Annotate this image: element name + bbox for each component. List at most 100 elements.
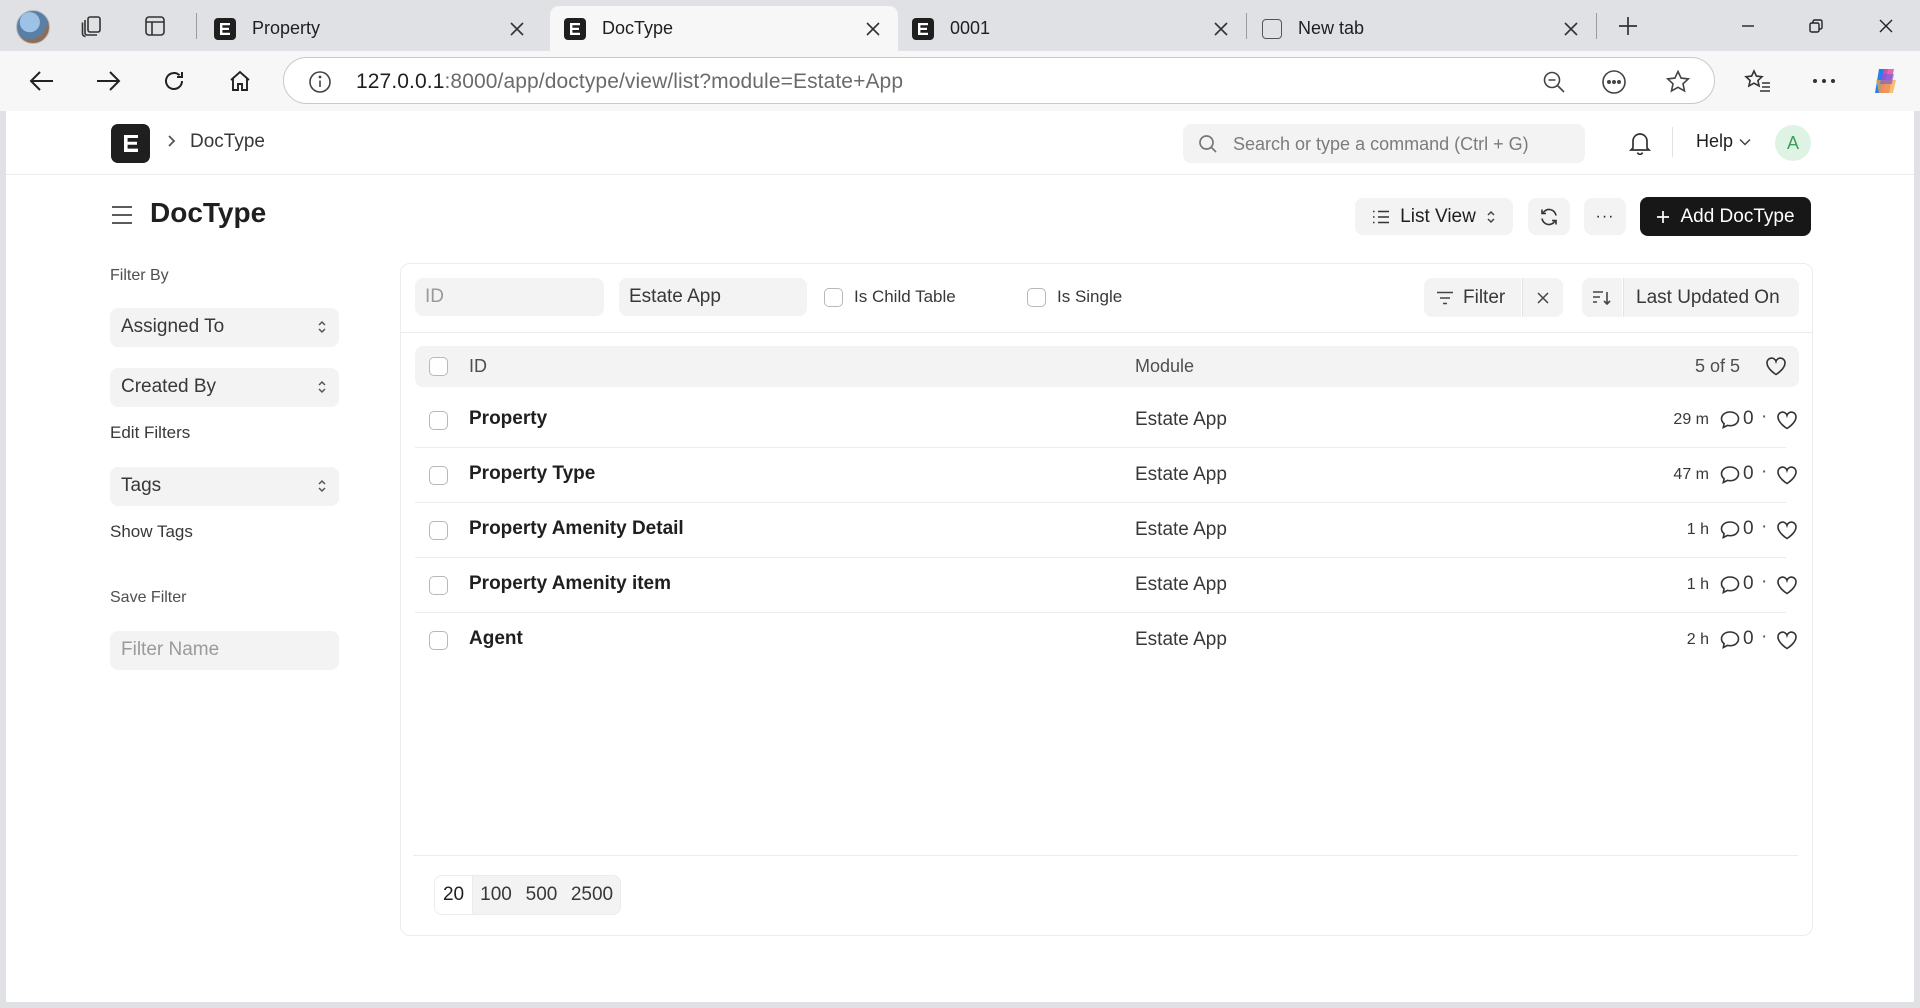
heart-icon[interactable] [1776,520,1798,545]
notification-bell-icon[interactable] [1628,131,1652,160]
created-by-select[interactable]: Created By [110,368,339,407]
reload-list-button[interactable] [1528,198,1570,235]
list-card: ID Estate App Is Child Table Is Single F… [400,263,1813,936]
row-doctype-name[interactable]: Agent [469,628,523,650]
close-icon[interactable] [1560,18,1582,40]
row-doctype-name[interactable]: Property [469,408,547,430]
refresh-icon [1541,208,1557,225]
row-checkbox[interactable] [429,631,448,650]
is-child-table-checkbox[interactable]: Is Child Table [824,287,956,307]
tags-select[interactable]: Tags [110,467,339,506]
frappe-e-icon [214,17,236,40]
is-single-checkbox[interactable]: Is Single [1027,287,1122,307]
reload-icon[interactable] [154,63,194,99]
list-header: ID Module 5 of 5 [415,346,1799,387]
awesome-bar-search[interactable]: Search or type a command (Ctrl + G) [1183,124,1585,163]
zoom-out-icon[interactable] [1540,68,1568,96]
address-bar[interactable]: 127.0.0.1:8000/app/doctype/view/list?mod… [283,57,1715,104]
clear-filters-button[interactable] [1522,278,1563,317]
show-tags-link[interactable]: Show Tags [110,522,193,542]
list-row[interactable]: Agent Estate App 2 h 0 · [415,613,1797,668]
tab-actions-icon[interactable] [139,10,171,42]
heart-icon[interactable] [1776,575,1798,600]
comment-icon [1720,520,1740,544]
browser-tab-0001[interactable]: 0001 [898,6,1246,51]
list-view-switcher[interactable]: List View [1355,198,1513,235]
heart-icon[interactable] [1776,410,1798,435]
more-options-icon[interactable] [1804,63,1844,99]
close-icon[interactable] [1210,18,1232,40]
row-comment-count: 0 [1743,573,1754,594]
site-info-icon[interactable] [306,68,334,96]
sort-descending-icon [1593,290,1611,305]
app-logo[interactable] [111,124,150,163]
copilot-icon[interactable] [1866,63,1906,99]
forward-arrow-icon[interactable] [88,63,128,99]
close-icon[interactable] [862,18,884,40]
heart-icon[interactable] [1776,465,1798,490]
favorite-star-icon[interactable] [1664,68,1692,96]
help-dropdown[interactable]: Help [1696,131,1751,152]
page-size-20[interactable]: 20 [435,876,472,914]
list-row[interactable]: Property Amenity item Estate App 1 h 0 · [415,558,1797,613]
id-filter-input[interactable]: ID [415,278,604,316]
user-avatar[interactable]: A [1775,125,1811,161]
sort-order-button[interactable] [1582,278,1622,317]
sort-by-selector[interactable]: Last Updated On [1623,278,1799,317]
list-row[interactable]: Property Estate App 29 m 0 · [415,393,1797,448]
more-actions-button[interactable]: ··· [1584,198,1626,235]
tab-title: 0001 [950,18,991,38]
browser-profile-avatar[interactable] [16,10,50,44]
new-tab-plus-icon[interactable] [1612,10,1644,42]
row-doctype-name[interactable]: Property Amenity item [469,573,671,595]
new-tab-icon [1262,18,1282,39]
browser-toolbar: 127.0.0.1:8000/app/doctype/view/list?mod… [0,51,1920,111]
heart-icon[interactable] [1776,630,1798,655]
list-row[interactable]: Property Amenity Detail Estate App 1 h 0 · [415,503,1797,558]
row-checkbox[interactable] [429,576,448,595]
page-size-100[interactable]: 100 [472,876,519,914]
back-arrow-icon[interactable] [22,63,62,99]
browser-tab-new-tab[interactable]: New tab [1248,6,1596,51]
row-module: Estate App [1135,409,1227,430]
row-doctype-name[interactable]: Property Amenity Detail [469,518,684,540]
url-text[interactable]: 127.0.0.1:8000/app/doctype/view/list?mod… [356,70,903,94]
filter-name-input[interactable]: Filter Name [110,631,339,670]
assigned-to-select[interactable]: Assigned To [110,308,339,347]
workspaces-icon[interactable] [76,10,108,42]
assigned-to-label: Assigned To [121,316,225,337]
row-module: Estate App [1135,629,1227,650]
favorites-list-icon[interactable] [1738,63,1778,99]
read-aloud-icon[interactable] [1600,68,1628,96]
breadcrumb[interactable]: DocType [190,131,265,153]
browser-tab-property[interactable]: Property [200,6,542,51]
minimize-icon[interactable] [1714,0,1782,51]
module-filter-input[interactable]: Estate App [619,278,807,316]
tab-title: Property [252,18,321,38]
frappe-e-icon [564,17,586,40]
is-single-label: Is Single [1057,287,1123,306]
row-checkbox[interactable] [429,521,448,540]
heart-icon[interactable] [1765,356,1787,381]
close-window-icon[interactable] [1852,0,1920,51]
home-icon[interactable] [220,63,260,99]
close-icon[interactable] [506,18,528,40]
browser-tab-doctype[interactable]: DocType [550,6,898,51]
add-doctype-button[interactable]: Add DocType [1640,197,1811,236]
comment-icon [1720,410,1740,434]
list-row[interactable]: Property Type Estate App 47 m 0 · [415,448,1797,503]
row-checkbox[interactable] [429,466,448,485]
search-placeholder: Search or type a command (Ctrl + G) [1233,134,1529,154]
row-checkbox[interactable] [429,411,448,430]
page-size-500[interactable]: 500 [519,876,564,914]
row-doctype-name[interactable]: Property Type [469,463,595,485]
row-module: Estate App [1135,464,1227,485]
edit-filters-link[interactable]: Edit Filters [110,423,190,443]
filter-by-heading: Filter By [110,267,169,284]
sidebar-toggle-hamburger-icon[interactable] [111,205,133,230]
select-all-checkbox[interactable] [429,357,448,376]
restore-icon[interactable] [1782,0,1850,51]
filter-button[interactable]: Filter [1424,278,1521,317]
save-filter-heading: Save Filter [110,589,187,606]
page-size-2500[interactable]: 2500 [564,876,620,914]
